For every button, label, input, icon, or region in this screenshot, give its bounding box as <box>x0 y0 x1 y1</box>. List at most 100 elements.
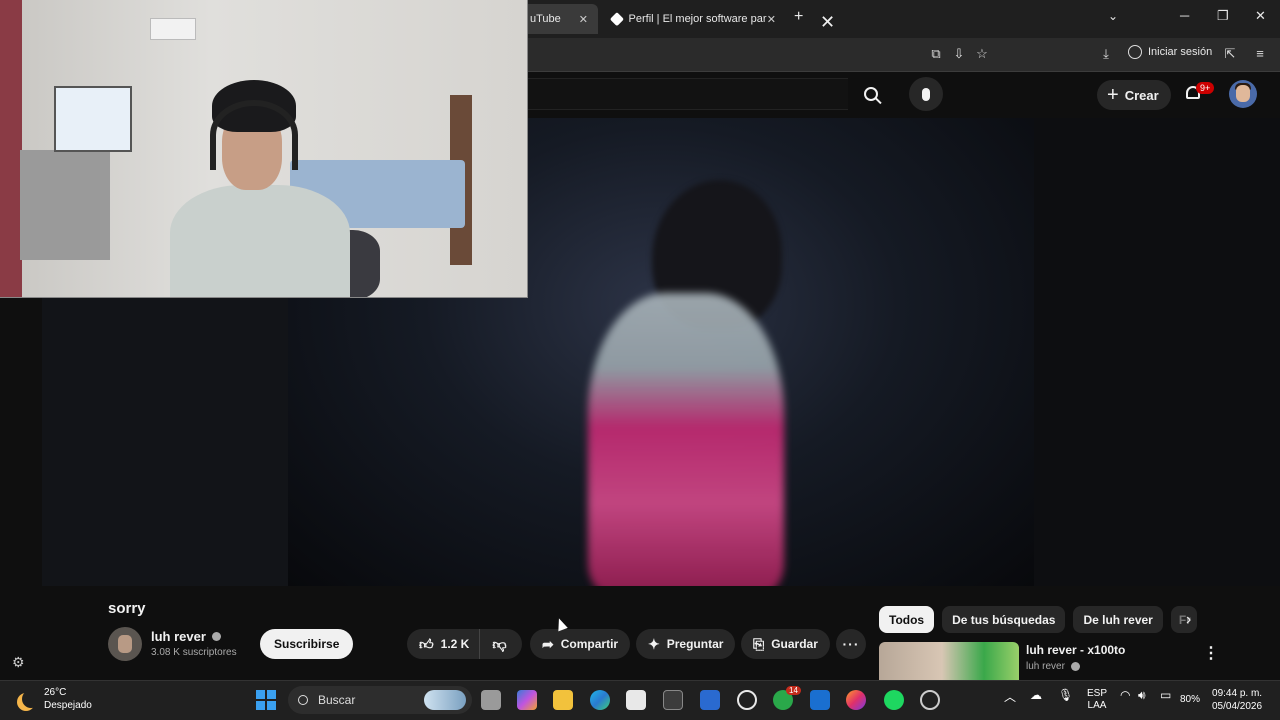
kebab-menu-icon[interactable]: ⋮ <box>1203 643 1219 663</box>
search-icon <box>864 87 878 101</box>
task-view-icon[interactable] <box>481 690 501 710</box>
save-label: Guardar <box>771 637 818 651</box>
recommendation-channel: luh rever <box>1026 661 1065 672</box>
diamond-favicon-icon <box>609 12 624 26</box>
restore-icon[interactable]: ❐ <box>1217 8 1229 24</box>
search-input[interactable] <box>528 78 848 110</box>
volume-icon[interactable]: 🔊︎ <box>1138 688 1146 703</box>
tab-close-icon[interactable]: ✕ <box>579 13 588 26</box>
bookmark-star-icon[interactable]: ☆ <box>974 46 990 62</box>
like-button[interactable]: 👍︎ 1.2 K <box>407 629 481 659</box>
firefox-icon[interactable] <box>846 690 866 710</box>
streamer-body <box>170 185 350 297</box>
clear-search-icon[interactable]: ✕ <box>820 12 835 33</box>
sign-in-button[interactable]: Iniciar sesión <box>1128 45 1212 59</box>
ask-button[interactable]: ✦ Preguntar <box>636 629 736 659</box>
language-code: ESP <box>1087 688 1108 699</box>
verified-icon <box>211 632 221 641</box>
create-label: Crear <box>1124 87 1159 103</box>
extensions-icon[interactable]: ⇱ <box>1222 46 1238 62</box>
chip-de-tus-busquedas[interactable]: De tus búsquedas <box>942 606 1066 633</box>
save-button[interactable]: ⎘ Guardar <box>741 629 830 659</box>
browser-menu-icon[interactable]: ≡ <box>1252 46 1268 62</box>
tab-close-icon[interactable]: ✕ <box>767 13 776 26</box>
battery-percent: 80% <box>1180 694 1201 705</box>
profile-icon <box>1128 45 1142 59</box>
chatgpt-icon[interactable] <box>737 690 757 710</box>
outlook-icon[interactable] <box>810 690 830 710</box>
dislike-button[interactable]: 👎︎ <box>480 629 518 659</box>
search-icon <box>298 695 308 705</box>
system-clock[interactable]: 09:44 p. m. 05/04/2026 <box>1212 687 1262 713</box>
tray-chevron-icon[interactable]: ︿ <box>1004 688 1016 705</box>
account-avatar[interactable] <box>1229 80 1257 108</box>
channel-avatar[interactable] <box>108 627 142 661</box>
chevron-right-icon[interactable]: › <box>1186 611 1191 629</box>
screen-share-icon[interactable]: ⧉ <box>928 46 944 62</box>
plus-icon: + <box>1107 84 1119 106</box>
downloads-icon[interactable]: ⤓ <box>1098 46 1114 62</box>
language-indicator[interactable]: ESP LAA <box>1087 688 1107 712</box>
chip-todos[interactable]: Todos <box>879 606 935 633</box>
close-window-icon[interactable]: ✕ <box>1255 8 1266 24</box>
recommendation-chips: Todos De tus búsquedas De luh rever Fr <box>879 606 1205 634</box>
tab-perfil[interactable]: Perfil | El mejor software para p ✕ <box>602 4 786 34</box>
share-button[interactable]: ➦ Compartir <box>530 629 631 659</box>
microphone-tray-icon[interactable]: 🎙︎ <box>1058 688 1073 702</box>
taskbar-search[interactable]: Buscar <box>288 686 472 714</box>
bing-highlight-icon <box>424 690 466 710</box>
minimize-icon[interactable]: ─ <box>1180 8 1189 23</box>
edge-icon[interactable] <box>590 690 610 710</box>
thumbs-up-icon: 👍︎ <box>419 635 434 652</box>
xbox-badge: 14 <box>786 686 801 695</box>
microphone-icon <box>922 87 930 101</box>
bookmark-icon: ⎘ <box>753 635 765 652</box>
settings-gear-icon[interactable]: ⚙ <box>12 654 25 671</box>
sparkle-icon: ✦ <box>648 635 660 652</box>
more-actions-button[interactable]: ··· <box>836 629 866 659</box>
file-explorer-icon[interactable] <box>553 690 573 710</box>
search-button[interactable] <box>850 78 892 110</box>
new-tab-button[interactable]: + <box>794 8 803 26</box>
voice-search-button[interactable] <box>909 77 943 111</box>
keyboard-layout: LAA <box>1087 700 1107 711</box>
like-dislike-group: 👍︎ 1.2 K 👎︎ <box>407 629 522 659</box>
recommendation-thumbnail[interactable] <box>879 642 1019 680</box>
recommendation-channel-row[interactable]: luh rever <box>1026 661 1080 672</box>
desk <box>20 150 110 260</box>
windows-start-icon[interactable] <box>256 690 276 710</box>
player-left-area <box>42 298 288 586</box>
spotify-icon[interactable] <box>884 690 904 710</box>
taskbar-search-label: Buscar <box>318 693 356 707</box>
player-right-area <box>1034 118 1280 586</box>
webcam-overlay <box>0 0 528 298</box>
share-arrow-icon: ➦ <box>542 635 554 652</box>
channel-name-row[interactable]: luh rever <box>151 629 221 644</box>
weather-desc: Despejado <box>44 700 92 711</box>
headset <box>210 100 298 170</box>
tab-youtube[interactable]: uTube ✕ <box>520 4 598 34</box>
verified-icon <box>1070 662 1080 671</box>
weather-widget[interactable]: 26°C Despejado <box>16 686 92 712</box>
air-conditioner <box>150 18 196 40</box>
recommendation-title[interactable]: luh rever - x100to <box>1026 643 1125 657</box>
app-hex-icon[interactable] <box>663 690 683 710</box>
install-app-icon[interactable]: ⇩ <box>951 46 967 62</box>
video-title: sorry <box>108 600 146 617</box>
tab-list-chevron-icon[interactable]: ⌄ <box>1108 9 1118 23</box>
notification-badge: 9+ <box>1196 82 1215 94</box>
create-button[interactable]: + Crear <box>1097 80 1171 110</box>
microsoft-store-icon[interactable] <box>626 690 646 710</box>
wifi-icon[interactable]: ◠ <box>1120 688 1130 702</box>
obs-icon[interactable] <box>920 690 940 710</box>
share-label: Compartir <box>560 637 619 651</box>
copilot-icon[interactable] <box>517 690 537 710</box>
chip-de-luh-rever[interactable]: De luh rever <box>1073 606 1163 633</box>
subscribe-button[interactable]: Suscribirse <box>260 629 354 659</box>
chip-truncated[interactable]: Fr <box>1170 606 1197 633</box>
thumbs-down-icon: 👎︎ <box>492 635 507 652</box>
clock-date: 05/04/2026 <box>1212 701 1263 712</box>
onedrive-icon[interactable]: ☁ <box>1030 688 1042 702</box>
visual-studio-code-icon[interactable] <box>700 690 720 710</box>
battery-icon[interactable]: ▭ <box>1160 688 1171 702</box>
